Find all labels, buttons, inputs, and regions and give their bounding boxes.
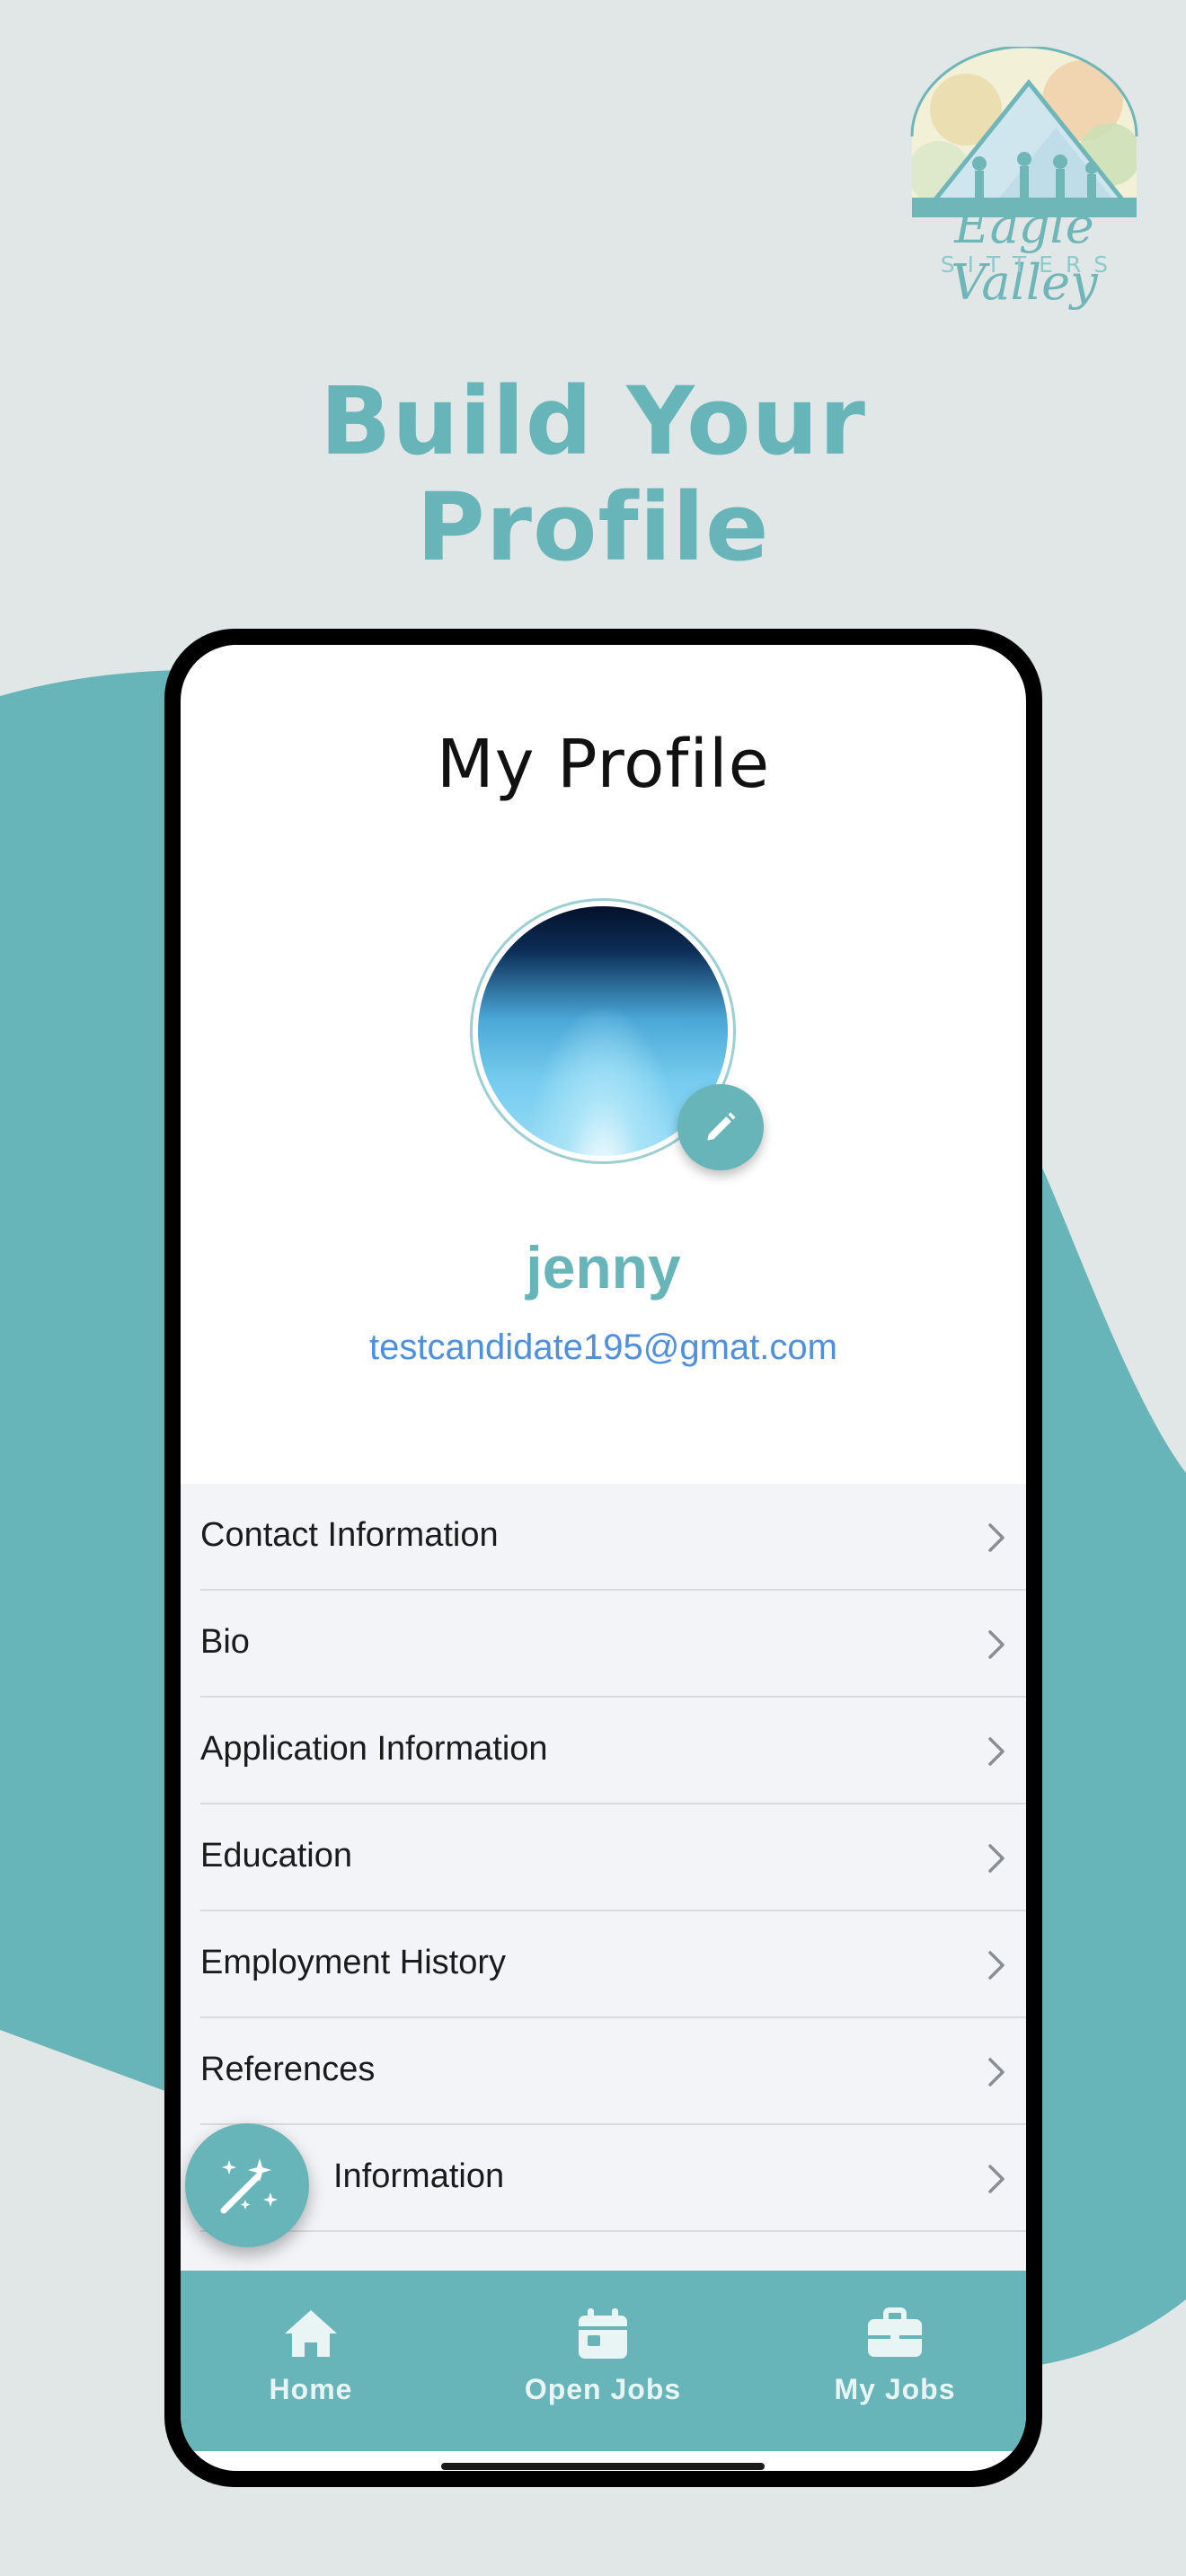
tab-label: Open Jobs: [524, 2373, 682, 2405]
chevron-right-icon: [988, 2058, 1005, 2086]
tab-label: Home: [269, 2373, 353, 2405]
menu-item-bio[interactable]: Bio: [200, 1591, 1026, 1698]
menu-item-label: Application Information: [200, 1730, 548, 1768]
headline: Build Your Profile: [320, 366, 866, 582]
home-indicator: [441, 2463, 765, 2470]
menu-item-employment-history[interactable]: Employment History: [200, 1911, 1026, 2018]
eagle-valley-logo: Eagle Valley SITTERS: [903, 45, 1146, 311]
logo-subtitle: SITTERS: [940, 251, 1121, 278]
menu-item-education[interactable]: Education: [200, 1804, 1026, 1911]
menu-item-contact-information[interactable]: Contact Information: [200, 1484, 1026, 1591]
menu-item-references[interactable]: References: [200, 2018, 1026, 2125]
chevron-right-icon: [988, 1844, 1005, 1873]
user-email[interactable]: testcandidate195@gmat.com: [181, 1328, 1026, 1368]
tab-open-jobs[interactable]: Open Jobs: [513, 2307, 693, 2406]
chevron-right-icon: [988, 1737, 1005, 1766]
edit-avatar-button[interactable]: [677, 1084, 764, 1170]
mountain-logo-icon: [910, 45, 1138, 217]
user-name: jenny: [526, 1234, 681, 1301]
menu-item-information[interactable]: Information: [200, 2125, 1026, 2232]
pencil-icon: [707, 1112, 736, 1141]
chevron-right-icon: [988, 1523, 1005, 1552]
menu-item-application-information[interactable]: Application Information: [200, 1698, 1026, 1804]
phone-frame: My Profile jenny testcandidate195@gmat.c…: [164, 629, 1042, 2487]
briefcase-icon: [868, 2307, 922, 2357]
menu-item-label: Contact Information: [200, 1516, 499, 1554]
home-icon: [285, 2310, 337, 2357]
tab-label: My Jobs: [834, 2373, 956, 2405]
chevron-right-icon: [988, 1630, 1005, 1659]
calendar-icon: [579, 2308, 627, 2359]
tab-home[interactable]: Home: [221, 2307, 401, 2406]
menu-item-label: Education: [200, 1837, 353, 1875]
chevron-right-icon: [988, 2165, 1005, 2193]
profile-menu: Contact Information Bio Application Info…: [181, 1484, 1026, 2271]
menu-item-label: Information: [333, 2157, 505, 2195]
magic-wand-button[interactable]: [185, 2123, 309, 2247]
chevron-right-icon: [988, 1951, 1005, 1980]
menu-item-label: Employment History: [200, 1944, 506, 1981]
page-title: My Profile: [436, 726, 771, 803]
magic-wand-icon: [220, 2158, 278, 2214]
bottom-tab-bar: Home Open Jobs My Jobs: [181, 2271, 1026, 2451]
menu-item-label: Bio: [200, 1623, 250, 1661]
phone-screen: My Profile jenny testcandidate195@gmat.c…: [181, 645, 1026, 2471]
menu-item-label: References: [200, 2051, 376, 2088]
tab-my-jobs[interactable]: My Jobs: [805, 2307, 985, 2406]
